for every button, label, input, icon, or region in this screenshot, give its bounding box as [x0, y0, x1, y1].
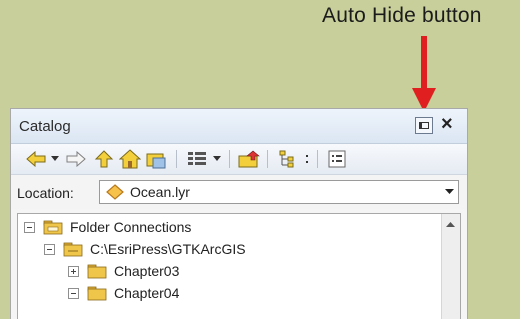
home-button[interactable] [119, 148, 141, 170]
chevron-down-icon[interactable] [445, 189, 454, 195]
tree-view-dropdown[interactable] [303, 148, 311, 170]
toolbar-separator [176, 150, 177, 168]
options-list-icon [328, 150, 346, 168]
close-button[interactable]: × [441, 113, 453, 136]
tree-view-icon [279, 150, 294, 168]
location-combobox[interactable]: Ocean.lyr [99, 180, 459, 204]
forward-arrow-icon [66, 151, 86, 167]
chevron-down-icon [51, 156, 59, 161]
catalog-tree: Folder Connections C:\EsriPress\GTKArcGI… [17, 213, 461, 319]
catalog-titlebar: Catalog × [11, 109, 467, 144]
back-dropdown-button[interactable] [49, 148, 61, 170]
small-dropdown-icon [306, 155, 308, 163]
catalog-window: Catalog × Location: Ocean.lyr Folder Con… [10, 108, 468, 319]
home-folder-icon [119, 149, 141, 169]
collapse-icon[interactable] [44, 243, 55, 255]
location-bar: Location: Ocean.lyr [11, 175, 467, 209]
options-button[interactable] [325, 148, 349, 170]
scroll-up-icon[interactable] [446, 222, 455, 228]
tree-node-label: Chapter04 [114, 285, 180, 301]
pin-icon [419, 122, 429, 129]
collapse-icon[interactable] [24, 221, 35, 233]
back-arrow-icon [26, 151, 46, 167]
up-one-level-button[interactable] [93, 148, 115, 170]
folder-connections-icon [43, 220, 63, 235]
tree-node-chapter03[interactable]: Chapter03 [68, 260, 179, 282]
connect-folder-button[interactable] [145, 148, 167, 170]
catalog-title: Catalog [19, 118, 71, 135]
toolbar-separator [317, 150, 318, 168]
layer-file-icon [106, 184, 124, 200]
load-button[interactable] [237, 148, 261, 170]
folder-connection-icon [63, 242, 83, 257]
collapse-icon[interactable] [68, 287, 79, 299]
chevron-down-icon [213, 156, 221, 161]
tree-node-label: Chapter03 [114, 263, 180, 279]
folder-icon [87, 264, 107, 279]
tree-node-gtkarcgis[interactable]: C:\EsriPress\GTKArcGIS [44, 238, 246, 260]
up-level-icon [94, 150, 114, 168]
expand-icon[interactable] [68, 265, 79, 277]
tree-node-label: C:\EsriPress\GTKArcGIS [90, 241, 246, 257]
tree-node-folder-connections[interactable]: Folder Connections [24, 216, 191, 238]
load-folder-icon [238, 150, 260, 168]
toolbar-separator [267, 150, 268, 168]
back-button[interactable] [25, 148, 47, 170]
location-label: Location: [17, 185, 74, 201]
folder-icon [87, 286, 107, 301]
tree-view-button[interactable] [277, 148, 301, 170]
tree-node-chapter04[interactable]: Chapter04 [68, 282, 179, 304]
auto-hide-annotation-label: Auto Hide button [322, 4, 482, 27]
view-dropdown-button[interactable] [211, 148, 223, 170]
tree-node-label: Folder Connections [70, 219, 192, 235]
toolbar-separator [229, 150, 230, 168]
auto-hide-button[interactable] [415, 117, 433, 134]
forward-button[interactable] [65, 148, 87, 170]
annotation-arrow [412, 36, 436, 112]
vertical-scrollbar[interactable] [441, 214, 460, 319]
location-value: Ocean.lyr [130, 184, 190, 200]
connect-folder-icon [146, 153, 166, 169]
list-view-icon [188, 152, 206, 165]
catalog-toolbar [11, 144, 467, 175]
view-button[interactable] [185, 148, 209, 170]
